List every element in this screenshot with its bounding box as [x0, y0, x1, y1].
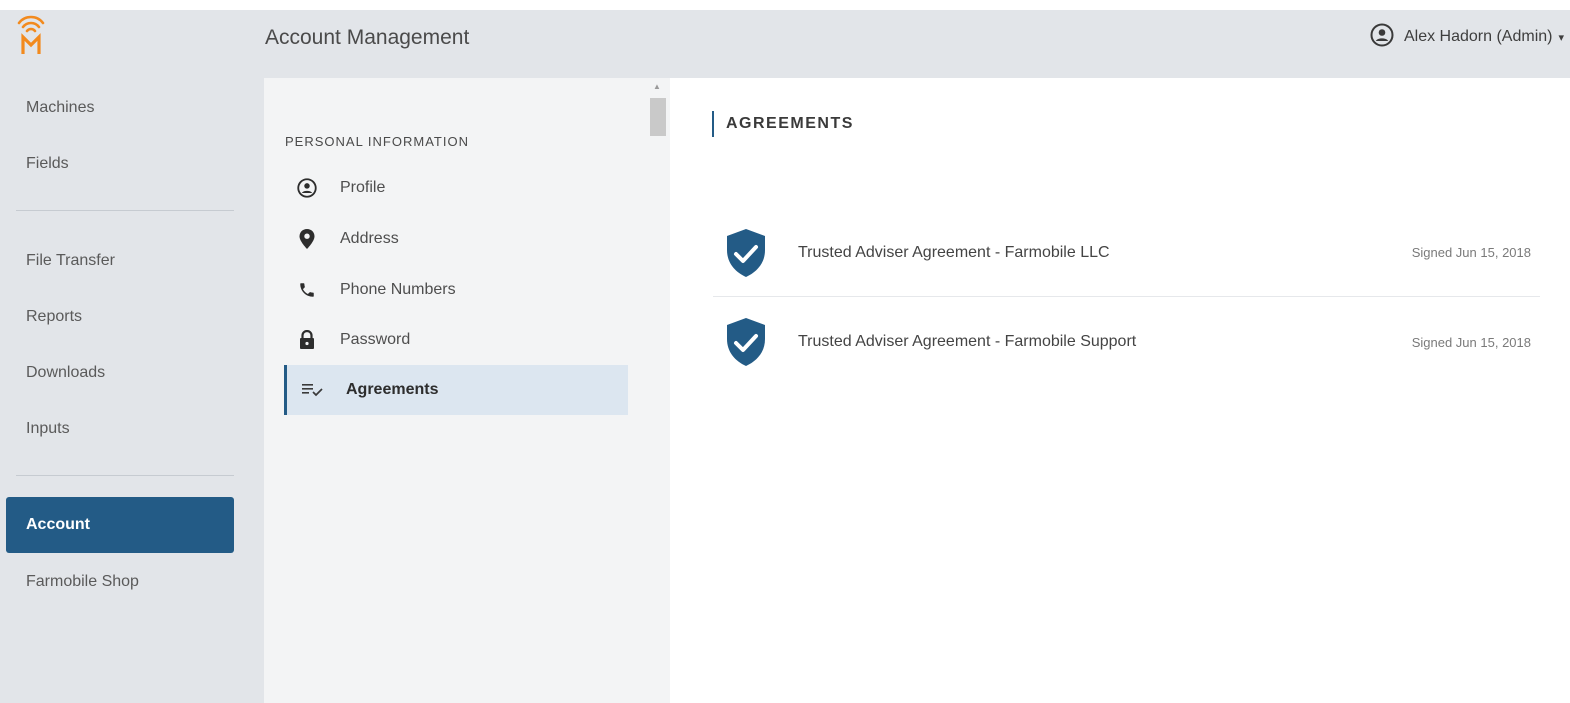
profile-icon: [296, 177, 318, 199]
menu-item-label: Address: [340, 230, 399, 247]
scroll-thumb[interactable]: [650, 98, 666, 136]
sidebar-item-machines[interactable]: Machines: [6, 80, 234, 136]
sidebar-divider: [16, 475, 234, 476]
phone-icon: [296, 279, 318, 301]
agreements-content: AGREEMENTS Trusted Adviser Agreement - F…: [670, 78, 1570, 703]
lock-icon: [296, 329, 318, 351]
menu-item-label: Profile: [340, 179, 386, 196]
agreement-row[interactable]: Trusted Adviser Agreement - Farmobile LL…: [713, 209, 1540, 297]
settings-menu-panel: PERSONAL INFORMATION Profile Address Pho…: [264, 78, 670, 703]
sidebar-item-account[interactable]: Account: [6, 497, 234, 553]
menu-item-label: Agreements: [346, 381, 439, 398]
menu-item-agreements[interactable]: Agreements: [284, 365, 628, 415]
menu-item-label: Password: [340, 331, 411, 348]
sidebar-item-downloads[interactable]: Downloads: [6, 345, 234, 401]
scroll-up-arrow-icon[interactable]: ▲: [653, 82, 661, 91]
user-name: Alex Hadorn (Admin): [1403, 28, 1553, 45]
sidebar-item-reports[interactable]: Reports: [6, 289, 234, 345]
shield-check-icon: [727, 318, 765, 366]
agreement-row[interactable]: Trusted Adviser Agreement - Farmobile Su…: [713, 298, 1540, 386]
top-header: Account Management Alex Hadorn (Admin) ▾: [0, 10, 1570, 78]
sidebar-item-file-transfer[interactable]: File Transfer: [6, 233, 234, 289]
agreements-icon: [302, 379, 324, 401]
menu-item-profile[interactable]: Profile: [284, 163, 628, 213]
menu-item-phone-numbers[interactable]: Phone Numbers: [284, 265, 628, 315]
user-menu[interactable]: Alex Hadorn (Admin) ▾: [1370, 23, 1564, 52]
menu-item-address[interactable]: Address: [284, 214, 628, 264]
menu-item-password[interactable]: Password: [284, 315, 628, 365]
agreement-name: Trusted Adviser Agreement - Farmobile Su…: [798, 333, 1137, 350]
section-heading: PERSONAL INFORMATION: [285, 134, 469, 149]
agreement-signed-date: Signed Jun 15, 2018: [1411, 245, 1531, 260]
location-pin-icon: [296, 228, 318, 250]
scrollbar[interactable]: ▲: [648, 80, 666, 703]
chevron-down-icon[interactable]: ▾: [1558, 31, 1564, 44]
farmobile-logo-icon[interactable]: [16, 14, 46, 58]
sidebar-nav: Machines Fields File Transfer Reports Do…: [0, 78, 264, 703]
user-circle-icon: [1370, 23, 1394, 52]
sidebar-item-inputs[interactable]: Inputs: [6, 401, 234, 457]
menu-item-label: Phone Numbers: [340, 281, 456, 298]
shield-check-icon: [727, 228, 765, 277]
content-title: AGREEMENTS: [712, 111, 854, 137]
agreement-signed-date: Signed Jun 15, 2018: [1411, 334, 1531, 350]
sidebar-item-fields[interactable]: Fields: [6, 136, 234, 192]
page-title: Account Management: [265, 26, 470, 49]
agreement-name: Trusted Adviser Agreement - Farmobile LL…: [798, 243, 1110, 261]
sidebar-divider: [16, 210, 234, 211]
sidebar-item-farmobile-shop[interactable]: Farmobile Shop: [6, 554, 234, 610]
